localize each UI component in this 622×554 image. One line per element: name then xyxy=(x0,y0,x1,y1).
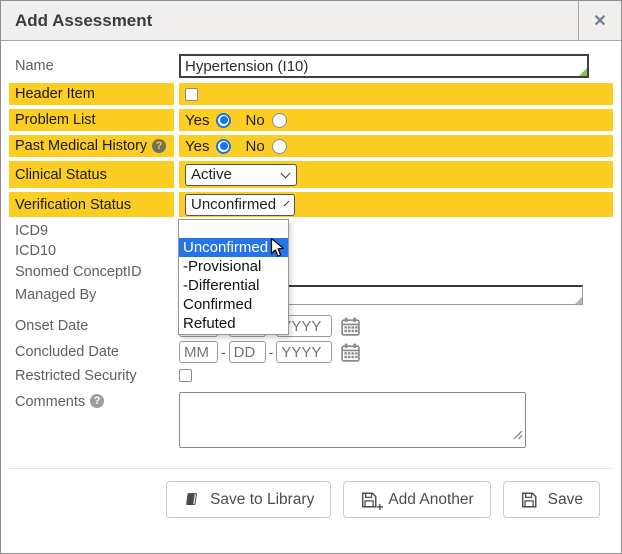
dropdown-option-unconfirmed[interactable]: Unconfirmed xyxy=(179,238,288,257)
add-assessment-dialog: Add Assessment ✕ Name Hypertension (I10)… xyxy=(0,0,622,554)
dropdown-option-provisional[interactable]: -Provisional xyxy=(179,257,288,276)
problem-list-yes-radio[interactable] xyxy=(216,113,231,128)
past-medical-history-label: Past Medical History xyxy=(15,138,147,154)
row-icd10: ICD10 xyxy=(9,241,613,261)
date-separator: - xyxy=(269,344,274,360)
dialog-titlebar: Add Assessment ✕ xyxy=(1,1,621,41)
button-label: Add Another xyxy=(388,491,473,509)
input-resize-grip xyxy=(575,297,582,304)
row-problem-list: Problem List Yes No xyxy=(9,109,613,131)
clinical-status-label: Clinical Status xyxy=(9,161,174,188)
add-another-button[interactable]: + Add Another xyxy=(343,481,490,518)
row-concluded-date: Concluded Date - - xyxy=(9,339,613,365)
name-label: Name xyxy=(9,53,174,79)
help-icon[interactable]: ? xyxy=(152,139,166,153)
concluded-date-mm-input[interactable] xyxy=(179,341,218,363)
problem-list-label: Problem List xyxy=(9,109,174,131)
icd9-label: ICD9 xyxy=(9,221,174,241)
verification-status-dropdown-list: Unconfirmed -Provisional -Differential C… xyxy=(178,219,289,335)
header-item-label: Header Item xyxy=(9,83,174,105)
restricted-security-checkbox[interactable] xyxy=(179,369,192,382)
verification-status-select[interactable]: Unconfirmed xyxy=(185,194,295,216)
row-onset-date: Onset Date - - xyxy=(9,313,613,339)
input-resize-grip xyxy=(579,68,587,76)
concluded-date-dd-input[interactable] xyxy=(229,341,266,363)
pmh-yes-label: Yes xyxy=(185,138,209,155)
row-name: Name Hypertension (I10) xyxy=(9,53,613,79)
chevron-down-icon xyxy=(284,200,290,206)
row-snomed-conceptid: Snomed ConceptID xyxy=(9,261,613,282)
clinical-status-value: Active xyxy=(191,166,232,183)
comments-label: Comments xyxy=(15,394,85,410)
problem-list-yes-label: Yes xyxy=(185,112,209,129)
row-managed-by: Managed By xyxy=(9,282,613,307)
chevron-down-icon xyxy=(281,168,291,178)
pmh-no-radio[interactable] xyxy=(272,139,287,154)
dropdown-option-differential[interactable]: -Differential xyxy=(179,276,288,295)
dialog-body: Name Hypertension (I10) Header Item Prob… xyxy=(1,41,621,530)
verification-status-value: Unconfirmed xyxy=(191,196,276,213)
dropdown-option-blank[interactable] xyxy=(179,221,288,238)
concluded-date-label: Concluded Date xyxy=(9,339,174,365)
book-icon xyxy=(183,491,200,508)
dropdown-option-refuted[interactable]: Refuted xyxy=(179,314,288,333)
problem-list-no-label: No xyxy=(245,112,264,129)
onset-date-label: Onset Date xyxy=(9,313,174,339)
name-input-value: Hypertension (I10) xyxy=(185,58,308,75)
header-item-checkbox[interactable] xyxy=(185,88,198,101)
save-plus-icon: + xyxy=(360,491,378,509)
save-button[interactable]: Save xyxy=(503,481,600,518)
row-clinical-status: Clinical Status Active xyxy=(9,161,613,188)
row-past-medical-history: Past Medical History ? Yes No xyxy=(9,135,613,157)
snomed-conceptid-label: Snomed ConceptID xyxy=(9,261,174,282)
restricted-security-label: Restricted Security xyxy=(9,365,174,386)
save-to-library-button[interactable]: Save to Library xyxy=(166,481,331,518)
problem-list-no-radio[interactable] xyxy=(272,113,287,128)
calendar-icon[interactable] xyxy=(340,342,361,363)
close-icon: ✕ xyxy=(593,11,606,31)
button-label: Save xyxy=(548,491,583,509)
icd10-label: ICD10 xyxy=(9,241,174,261)
pmh-yes-radio[interactable] xyxy=(216,139,231,154)
dialog-footer: Save to Library + Add Another xyxy=(9,468,613,530)
dropdown-option-confirmed[interactable]: Confirmed xyxy=(179,295,288,314)
concluded-date-yyyy-input[interactable] xyxy=(276,341,332,363)
row-comments: Comments ? xyxy=(9,392,613,448)
verification-status-label: Verification Status xyxy=(9,192,174,217)
close-button[interactable]: ✕ xyxy=(578,1,621,40)
row-header-item: Header Item xyxy=(9,83,613,105)
row-verification-status: Verification Status Unconfirmed xyxy=(9,192,613,217)
plus-glyph: + xyxy=(376,501,383,513)
row-restricted-security: Restricted Security xyxy=(9,365,613,386)
date-separator: - xyxy=(221,344,226,360)
row-icd9: ICD9 xyxy=(9,221,613,241)
resize-handle-icon[interactable] xyxy=(513,427,523,445)
button-label: Save to Library xyxy=(210,491,314,509)
dialog-title: Add Assessment xyxy=(1,1,578,40)
save-icon xyxy=(520,491,538,509)
clinical-status-select[interactable]: Active xyxy=(185,164,297,186)
managed-by-label: Managed By xyxy=(9,282,174,307)
help-icon[interactable]: ? xyxy=(90,394,104,408)
calendar-icon[interactable] xyxy=(340,316,361,337)
comments-textarea[interactable] xyxy=(179,392,526,448)
name-input[interactable]: Hypertension (I10) xyxy=(179,54,589,78)
pmh-no-label: No xyxy=(245,138,264,155)
